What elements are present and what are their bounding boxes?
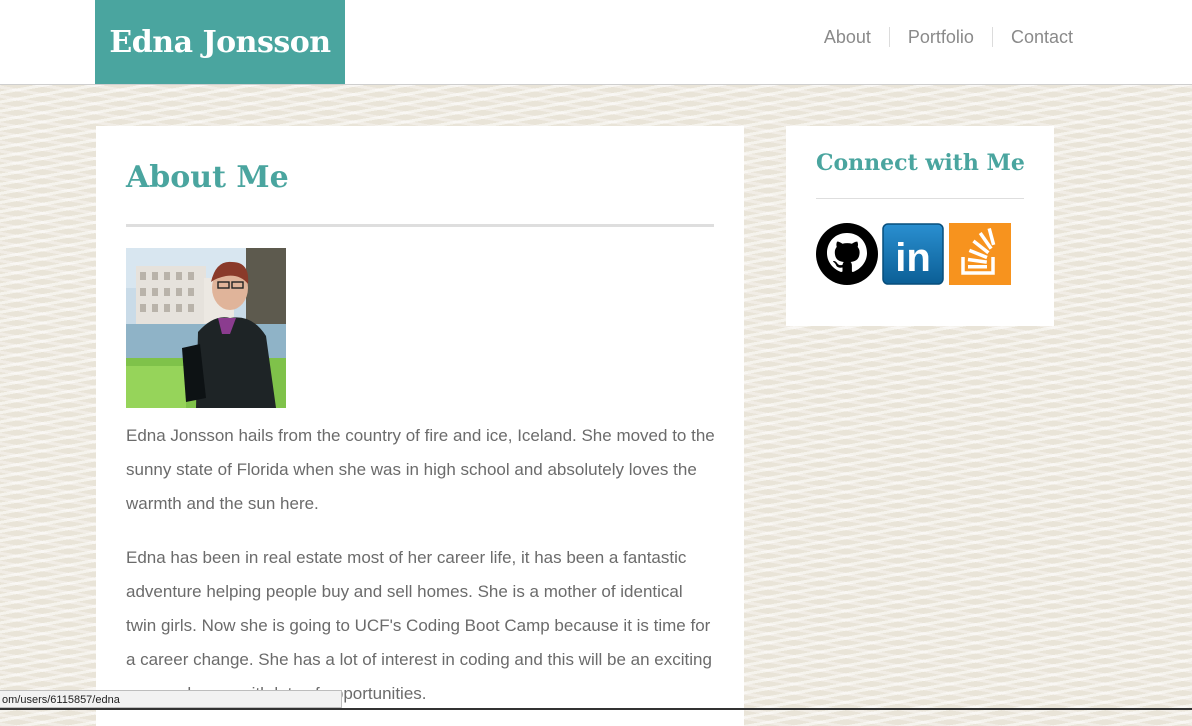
profile-photo (126, 248, 286, 408)
about-card: About Me Edna Jonsson hails from the cou… (96, 126, 744, 726)
site-brand[interactable]: Edna Jonsson (95, 0, 345, 84)
stackoverflow-link[interactable] (949, 223, 1011, 285)
linkedin-icon: in (882, 223, 944, 285)
connect-divider (816, 198, 1024, 199)
connect-title: Connect with Me (816, 150, 1025, 176)
linkedin-logo-text: in (895, 236, 931, 280)
page-title: About Me (126, 160, 289, 195)
main-nav: About Portfolio Contact (806, 24, 1073, 50)
connect-card: Connect with Me in (786, 126, 1054, 326)
github-link[interactable] (816, 223, 878, 285)
intro-paragraph: Edna Jonsson hails from the country of f… (126, 426, 715, 513)
nav-portfolio[interactable]: Portfolio (888, 27, 992, 47)
nav-about[interactable]: About (806, 27, 889, 47)
site-header: Edna Jonsson About Portfolio Contact (0, 0, 1192, 85)
stackoverflow-icon (949, 223, 1011, 285)
nav-contact[interactable]: Contact (991, 27, 1073, 47)
github-icon (816, 223, 878, 285)
career-paragraph: Edna has been in real estate most of her… (126, 548, 712, 703)
browser-status-bar: om/users/6115857/edna (0, 690, 342, 708)
title-divider (126, 224, 714, 227)
linkedin-link[interactable]: in (882, 223, 944, 285)
